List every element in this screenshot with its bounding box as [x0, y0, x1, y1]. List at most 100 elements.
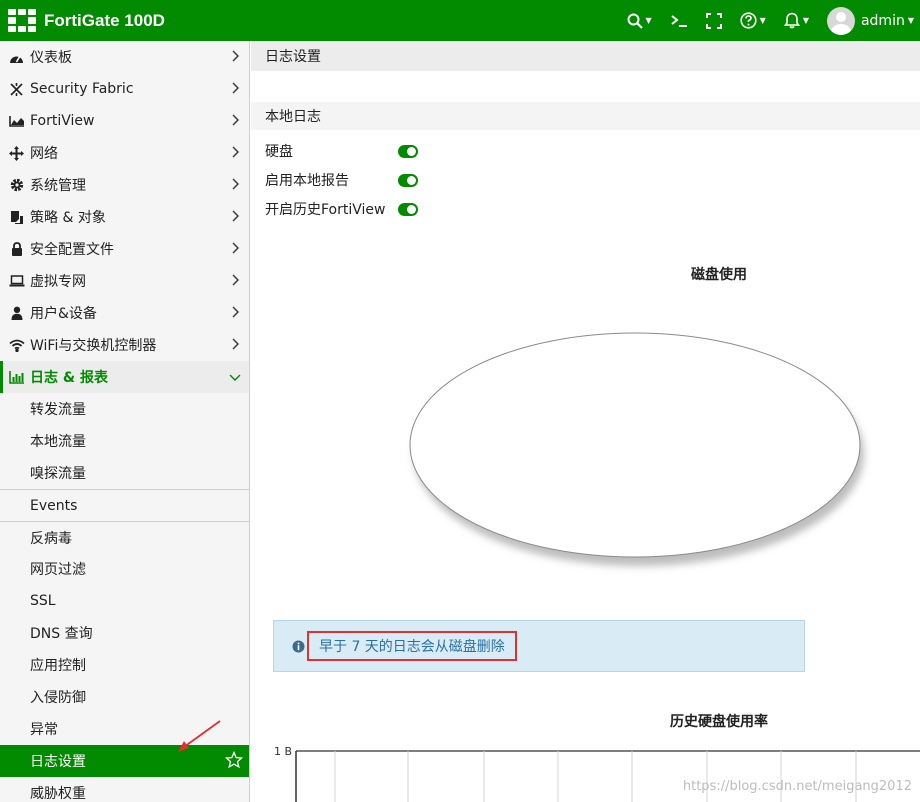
chevron-right-icon [232, 114, 239, 126]
terminal-icon [671, 14, 687, 27]
sidebar-subitem-sniffer-traffic[interactable]: 嗅探流量 [0, 457, 249, 489]
fullscreen-button[interactable] [705, 12, 722, 29]
sidebar-item-network[interactable]: 网络 [0, 137, 249, 169]
user-menu-button[interactable]: admin ▼ [826, 6, 914, 35]
toggle-label: 硬盘 [265, 144, 293, 160]
sidebar-item-label: 虚拟专网 [30, 274, 86, 290]
toggle-row-historical-fortiview: 开启历史FortiView [265, 198, 418, 220]
toggle-row-disk: 硬盘 [265, 140, 418, 162]
historical-fortiview-toggle[interactable] [398, 202, 418, 216]
notifications-button[interactable]: ▼ [783, 12, 809, 29]
chevron-right-icon [232, 210, 239, 222]
search-button[interactable]: ▼ [627, 13, 652, 29]
main-content: 日志设置 本地日志 硬盘 启用本地报告 开启历史FortiView 磁盘使用 早… [251, 41, 920, 802]
log-report-icon [8, 369, 25, 386]
laptop-icon [8, 273, 25, 290]
search-icon [627, 13, 643, 29]
page-title: 日志设置 [251, 41, 920, 71]
section-title: 本地日志 [251, 102, 920, 130]
sidebar-item-security-profiles[interactable]: 安全配置文件 [0, 233, 249, 265]
wifi-icon [8, 337, 25, 354]
network-icon [8, 145, 25, 162]
chevron-down-icon: ▼ [759, 16, 766, 25]
toggle-label: 开启历史FortiView [265, 202, 386, 218]
sidebar-subitem-label: 日志设置 [30, 754, 86, 770]
chevron-right-icon [232, 82, 239, 94]
sidebar-item-label: 网络 [30, 146, 58, 162]
toggle-row-local-reports: 启用本地报告 [265, 169, 418, 191]
sidebar-subitem-intrusion-prevention[interactable]: 入侵防御 [0, 681, 249, 713]
sidebar-item-log-report[interactable]: 日志 & 报表 [0, 361, 249, 393]
disk-usage-pie-chart [409, 332, 864, 566]
user-name: admin [860, 12, 905, 29]
bell-icon [783, 12, 800, 29]
chevron-down-icon [229, 374, 241, 381]
history-chart-title: 历史硬盘使用率 [670, 714, 768, 730]
user-icon [8, 305, 25, 322]
sidebar-item-label: FortiView [30, 113, 95, 129]
chevron-right-icon [232, 338, 239, 350]
sidebar-item-label: 策略 & 对象 [30, 210, 106, 226]
fullscreen-icon [705, 12, 722, 29]
chevron-right-icon [232, 306, 239, 318]
fortinet-logo[interactable]: FortiGate 100D [8, 8, 165, 33]
policy-icon [8, 209, 25, 226]
info-message: 早于 7 天的日志会从磁盘删除 [273, 620, 805, 672]
chevron-down-icon: ▼ [645, 16, 652, 25]
cli-console-button[interactable] [670, 14, 688, 28]
sidebar-item-vpn[interactable]: 虚拟专网 [0, 265, 249, 297]
chevron-right-icon [232, 50, 239, 62]
sidebar-item-label: 仪表板 [30, 50, 72, 66]
dashboard-icon [8, 49, 25, 66]
fortiview-icon [8, 113, 25, 130]
sidebar-item-wifi-switch[interactable]: WiFi与交换机控制器 [0, 329, 249, 361]
sidebar-item-policy-objects[interactable]: 策略 & 对象 [0, 201, 249, 233]
star-icon[interactable] [225, 751, 243, 769]
sidebar-item-label: 安全配置文件 [30, 242, 114, 258]
sidebar-item-security-fabric[interactable]: Security Fabric [0, 73, 249, 105]
sidebar-item-label: WiFi与交换机控制器 [30, 338, 157, 354]
chevron-right-icon [232, 274, 239, 286]
sidebar-subitem-ssl[interactable]: SSL [0, 585, 249, 617]
avatar [826, 6, 855, 35]
sidebar-subitem-antivirus[interactable]: 反病毒 [0, 521, 249, 553]
help-button[interactable]: ▼ [740, 12, 766, 29]
sidebar-item-fortiview[interactable]: FortiView [0, 105, 249, 137]
chevron-right-icon [232, 178, 239, 190]
top-bar: FortiGate 100D ▼ ▼ ▼ admin ▼ [0, 0, 920, 41]
fortinet-logo-icon [8, 8, 36, 33]
sidebar-subitem-events[interactable]: Events [0, 489, 249, 521]
security-fabric-icon [8, 81, 25, 98]
device-name: FortiGate 100D [44, 10, 165, 30]
help-icon [740, 12, 757, 29]
chevron-down-icon: ▼ [907, 16, 914, 25]
toggle-label: 启用本地报告 [265, 173, 349, 189]
info-icon [292, 640, 305, 653]
lock-icon [8, 241, 25, 258]
annotation-arrow [178, 720, 221, 752]
sidebar-item-label: Security Fabric [30, 81, 134, 97]
y-tick-label: 1 B [274, 745, 292, 758]
disk-toggle[interactable] [398, 144, 418, 158]
sidebar-item-dashboard[interactable]: 仪表板 [0, 41, 249, 73]
sidebar-item-label: 用户&设备 [30, 306, 97, 322]
local-reports-toggle[interactable] [398, 173, 418, 187]
disk-usage-chart-title: 磁盘使用 [691, 267, 747, 283]
sidebar-subitem-web-filter[interactable]: 网页过滤 [0, 553, 249, 585]
pie-slice [409, 332, 861, 558]
chevron-down-icon: ▼ [802, 16, 809, 25]
sidebar-item-label: 系统管理 [30, 178, 86, 194]
sidebar-item-label: 日志 & 报表 [30, 370, 108, 386]
chevron-right-icon [232, 146, 239, 158]
sidebar-subitem-forward-traffic[interactable]: 转发流量 [0, 393, 249, 425]
sidebar-item-system[interactable]: 系统管理 [0, 169, 249, 201]
sidebar: 仪表板 Security Fabric FortiView 网络 系统管理 策略… [0, 41, 250, 802]
sidebar-subitem-threat-weight[interactable]: 威胁权重 [0, 777, 249, 802]
sidebar-item-user-device[interactable]: 用户&设备 [0, 297, 249, 329]
sidebar-subitem-local-traffic[interactable]: 本地流量 [0, 425, 249, 457]
chevron-right-icon [232, 242, 239, 254]
sidebar-subitem-dns-query[interactable]: DNS 查询 [0, 617, 249, 649]
gear-icon [8, 177, 25, 194]
sidebar-subitem-application-control[interactable]: 应用控制 [0, 649, 249, 681]
watermark: https://blog.csdn.net/meigang2012 [682, 779, 912, 794]
